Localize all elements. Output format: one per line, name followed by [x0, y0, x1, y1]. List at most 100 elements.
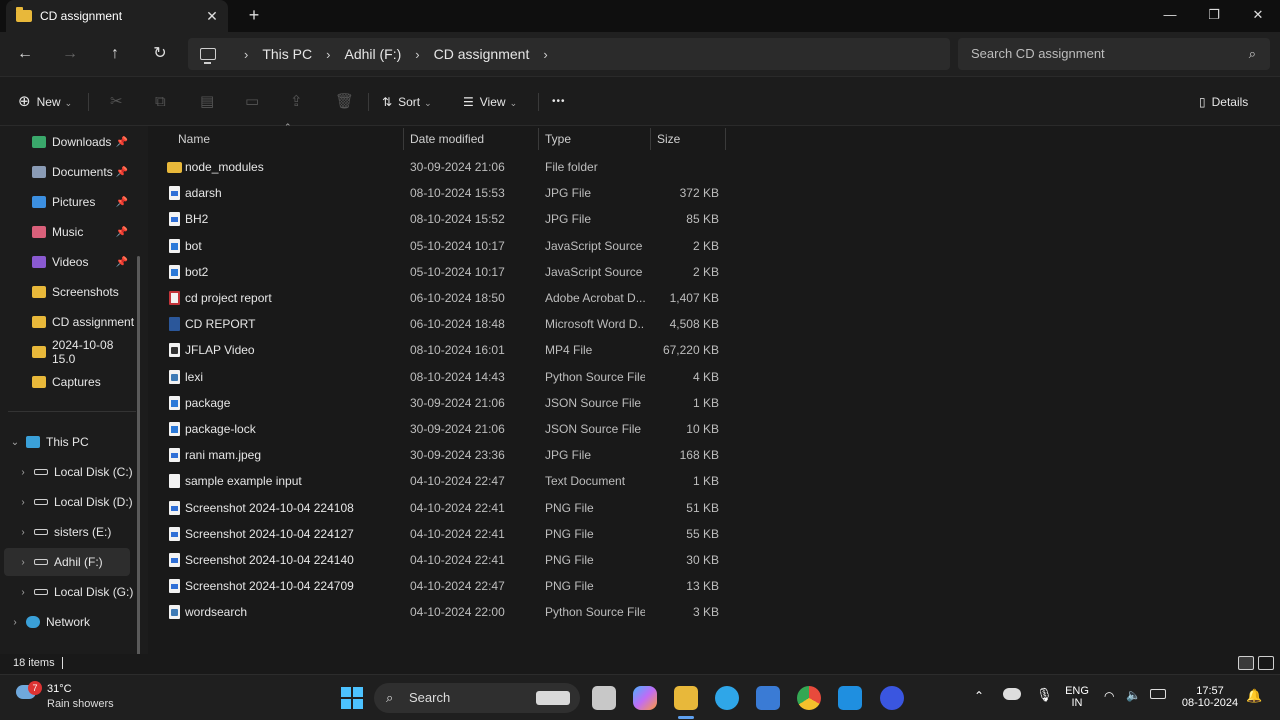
forward-button[interactable]: → [58, 42, 82, 66]
file-row[interactable]: bot 05-10-2024 10:17 JavaScript Source ...… [160, 233, 732, 259]
sidebar-item-quick-access[interactable]: Screenshots [0, 278, 136, 306]
file-row[interactable]: Screenshot 2024-10-04 224709 04-10-2024 2… [160, 573, 732, 599]
cut-button[interactable]: ✂ [110, 91, 123, 113]
back-button[interactable]: ← [13, 42, 37, 66]
copilot-icon[interactable] [633, 686, 657, 710]
file-row[interactable]: CD REPORT 06-10-2024 18:48 Microsoft Word … [160, 311, 732, 337]
chrome-icon[interactable] [797, 686, 821, 710]
sidebar-item-quick-access[interactable]: Music 📌 [0, 218, 136, 246]
breadcrumb-folder[interactable]: CD assignment [434, 46, 530, 62]
file-row[interactable]: bot2 05-10-2024 10:17 JavaScript Source ..… [160, 259, 732, 285]
wifi-icon[interactable]: ◠ [1104, 689, 1114, 703]
up-button[interactable]: ↑ [103, 42, 127, 66]
file-row[interactable]: cd project report 06-10-2024 18:50 Adobe A… [160, 285, 732, 311]
chevron-right-icon[interactable]: › [244, 47, 248, 62]
maximize-button[interactable]: ❐ [1192, 0, 1236, 30]
sidebar-scrollbar[interactable] [137, 256, 140, 720]
breadcrumb-this-pc[interactable]: This PC [262, 46, 312, 62]
column-header-name[interactable]: Name [178, 126, 210, 152]
chevron-right-icon[interactable]: › [16, 497, 30, 508]
microphone-icon[interactable]: 🎙 [1036, 687, 1053, 703]
paste-button[interactable]: ▤ [200, 91, 214, 113]
file-row[interactable]: wordsearch 04-10-2024 22:00 Python Source … [160, 599, 732, 625]
notifications-icon[interactable]: 🔔 [1246, 688, 1262, 704]
sidebar-item-drive[interactable]: › Local Disk (G:) [0, 578, 136, 606]
file-row[interactable]: package-lock 30-09-2024 21:06 JSON Source … [160, 416, 732, 442]
sidebar-item-quick-access[interactable]: 2024-10-08 15.0 [0, 338, 136, 366]
battery-icon[interactable] [1150, 689, 1166, 699]
column-divider[interactable] [403, 128, 404, 150]
sidebar-item-quick-access[interactable]: Captures [0, 368, 136, 396]
close-window-button[interactable]: ✕ [1236, 0, 1280, 30]
task-view-icon[interactable] [592, 686, 616, 710]
file-row[interactable]: adarsh 08-10-2024 15:53 JPG File 372 KB [160, 180, 732, 206]
language-indicator[interactable]: ENG IN [1062, 685, 1092, 709]
file-row[interactable]: Screenshot 2024-10-04 224127 04-10-2024 2… [160, 521, 732, 547]
column-divider[interactable] [650, 128, 651, 150]
column-header-date[interactable]: Date modified [410, 126, 484, 152]
close-tab-button[interactable]: ✕ [200, 8, 224, 25]
more-options-button[interactable]: ••• [552, 91, 566, 113]
chevron-right-icon[interactable]: › [543, 47, 547, 62]
start-button[interactable] [340, 686, 364, 710]
chevron-right-icon[interactable]: › [16, 467, 30, 478]
address-bar[interactable]: › This PC › Adhil (F:) › CD assignment › [188, 38, 950, 70]
sidebar-item-network[interactable]: › Network [0, 608, 136, 636]
onedrive-icon[interactable] [1003, 688, 1021, 700]
file-row[interactable]: sample example input 04-10-2024 22:47 Text… [160, 468, 732, 494]
sidebar-item-drive[interactable]: › Local Disk (C:) [0, 458, 136, 486]
sidebar-item-quick-access[interactable]: Pictures 📌 [0, 188, 136, 216]
volume-icon[interactable]: 🔈 [1126, 688, 1141, 702]
clock[interactable]: 17:57 08-10-2024 [1178, 685, 1242, 709]
sidebar-item-drive[interactable]: › sisters (E:) [0, 518, 136, 546]
sidebar-item-quick-access[interactable]: Documents 📌 [0, 158, 136, 186]
view-button[interactable]: ☰ View ⌄ [463, 91, 517, 113]
column-header-type[interactable]: Type [545, 126, 571, 152]
sort-button[interactable]: ⇅ Sort ⌄ [382, 91, 432, 113]
file-row[interactable]: BH2 08-10-2024 15:52 JPG File 85 KB [160, 206, 732, 232]
chevron-right-icon[interactable]: › [16, 557, 30, 568]
chevron-right-icon[interactable]: › [16, 527, 30, 538]
file-explorer-icon[interactable] [674, 686, 698, 710]
details-button[interactable]: ▯ Details [1199, 91, 1248, 113]
file-row[interactable]: Screenshot 2024-10-04 224140 04-10-2024 2… [160, 547, 732, 573]
sidebar-item-drive[interactable]: › Adhil (F:) [4, 548, 130, 576]
taskbar-search[interactable]: ⌕ Search [374, 683, 580, 713]
zoom-icon[interactable] [880, 686, 904, 710]
sidebar-item-quick-access[interactable]: Downloads 📌 [0, 128, 136, 156]
chevron-down-icon[interactable]: ⌄ [8, 437, 22, 448]
tab-cd-assignment[interactable]: CD assignment ✕ [6, 0, 228, 32]
column-divider[interactable] [725, 128, 726, 150]
details-view-icon[interactable] [1238, 656, 1254, 670]
new-button[interactable]: ⊕ New ⌄ [18, 91, 72, 113]
edge-icon[interactable] [715, 686, 739, 710]
chevron-right-icon[interactable]: › [8, 617, 22, 628]
copy-button[interactable]: ⧉ [155, 91, 166, 113]
sidebar-item-quick-access[interactable]: CD assignment [0, 308, 136, 336]
show-hidden-icons-icon[interactable]: ⌃ [974, 689, 984, 703]
file-row[interactable]: node_modules 30-09-2024 21:06 File folder [160, 154, 732, 180]
file-row[interactable]: package 30-09-2024 21:06 JSON Source File 1… [160, 390, 732, 416]
chevron-right-icon[interactable]: › [16, 587, 30, 598]
chevron-right-icon[interactable]: › [326, 47, 330, 62]
rename-button[interactable]: ▭ [245, 91, 259, 113]
refresh-button[interactable]: ↻ [148, 42, 172, 66]
share-button[interactable]: ⇪ [290, 91, 303, 113]
tiles-view-icon[interactable] [1258, 656, 1274, 670]
new-tab-button[interactable]: + [244, 5, 264, 25]
store-icon[interactable] [756, 686, 780, 710]
breadcrumb-drive[interactable]: Adhil (F:) [344, 46, 401, 62]
minimize-button[interactable]: — [1148, 0, 1192, 30]
vscode-icon[interactable] [838, 686, 862, 710]
column-header-size[interactable]: Size [657, 126, 680, 152]
sidebar-item-drive[interactable]: › Local Disk (D:) [0, 488, 136, 516]
column-divider[interactable] [538, 128, 539, 150]
file-row[interactable]: rani mam.jpeg 30-09-2024 23:36 JPG File 168… [160, 442, 732, 468]
file-row[interactable]: lexi 08-10-2024 14:43 Python Source File 4 … [160, 364, 732, 390]
sidebar-item-quick-access[interactable]: Videos 📌 [0, 248, 136, 276]
chevron-right-icon[interactable]: › [415, 47, 419, 62]
search-input[interactable]: Search CD assignment ⌕ [958, 38, 1270, 70]
sidebar-item-this-pc[interactable]: ⌄ This PC [0, 428, 136, 456]
delete-button[interactable]: 🗑 [335, 91, 354, 113]
file-row[interactable]: Screenshot 2024-10-04 224108 04-10-2024 2… [160, 495, 732, 521]
